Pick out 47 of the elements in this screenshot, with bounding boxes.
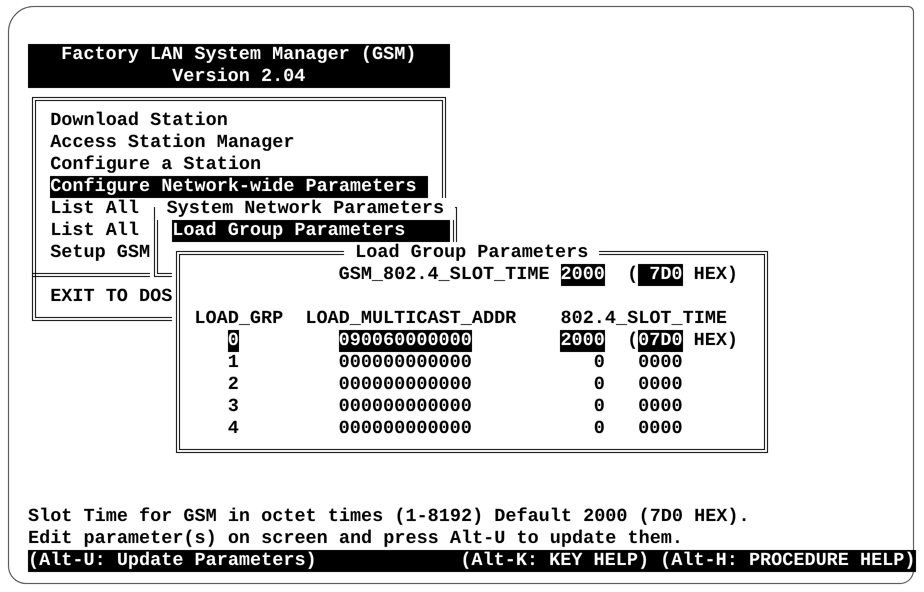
table-cell[interactable]: 0: [594, 374, 605, 396]
table-cell[interactable]: 090060000000: [338, 330, 472, 352]
input-field[interactable]: 2000: [560, 264, 605, 286]
menu-item[interactable]: EXIT TO DOS: [50, 286, 172, 308]
table-cell[interactable]: 0: [594, 396, 605, 418]
unit-text: HEX): [694, 330, 738, 352]
table-cell[interactable]: 3: [228, 396, 239, 418]
shortcut-hint[interactable]: (Alt-K: KEY HELP) (Alt-H: PROCEDURE HELP): [460, 550, 916, 572]
help-text: Edit parameter(s) on screen and press Alt-U to update them.: [28, 528, 684, 550]
help-text: Slot Time for GSM in octet times (1-8192) Default 2000 (7D0 HEX).: [28, 506, 750, 528]
window-title: System Network Parameters: [155, 198, 456, 220]
table-cell[interactable]: 0: [594, 418, 605, 440]
paren-text: (: [627, 264, 638, 286]
table-cell[interactable]: 07D0: [638, 330, 683, 352]
unit-text: HEX): [694, 264, 738, 286]
paren-text: (: [627, 330, 638, 352]
table-cell[interactable]: 0: [228, 330, 239, 352]
menu-item[interactable]: Download Station: [50, 110, 228, 132]
window-title: Load Group Parameters: [344, 242, 600, 264]
table-cell[interactable]: 0000: [638, 418, 683, 440]
input-field[interactable]: 7D0: [638, 264, 683, 286]
app-title: Factory LAN System Manager (GSM): [61, 44, 416, 66]
table-cell[interactable]: 0000: [638, 352, 683, 374]
table-cell[interactable]: 2: [228, 374, 239, 396]
menu-item[interactable]: Access Station Manager: [50, 132, 294, 154]
column-header: 802.4_SLOT_TIME: [560, 308, 728, 330]
table-cell[interactable]: 000000000000: [338, 396, 472, 418]
shortcut-hint[interactable]: (Alt-U: Update Parameters): [28, 550, 317, 572]
menu-item[interactable]: Configure a Station: [50, 154, 262, 176]
table-cell[interactable]: 0: [594, 352, 605, 374]
field-label: GSM_802.4_SLOT_TIME: [338, 264, 550, 286]
table-cell[interactable]: 1: [228, 352, 239, 374]
menu-item[interactable]: Load Group Parameters: [172, 220, 450, 242]
column-header: LOAD_GRP: [194, 308, 284, 330]
menu-item[interactable]: Configure Network-wide Parameters: [50, 176, 428, 198]
version-text: Version 2.04: [172, 66, 306, 88]
menu-item[interactable]: Setup GSM: [50, 242, 150, 264]
table-cell[interactable]: 000000000000: [338, 418, 472, 440]
menu-item[interactable]: List All: [50, 220, 140, 242]
column-header: LOAD_MULTICAST_ADDR: [305, 308, 516, 330]
table-cell[interactable]: 4: [228, 418, 239, 440]
table-cell[interactable]: 0000: [638, 374, 683, 396]
menu-item[interactable]: List All: [50, 198, 140, 220]
table-cell[interactable]: 2000: [560, 330, 605, 352]
table-cell[interactable]: 0000: [638, 396, 683, 418]
table-cell[interactable]: 000000000000: [338, 374, 472, 396]
table-cell[interactable]: 000000000000: [338, 352, 472, 374]
